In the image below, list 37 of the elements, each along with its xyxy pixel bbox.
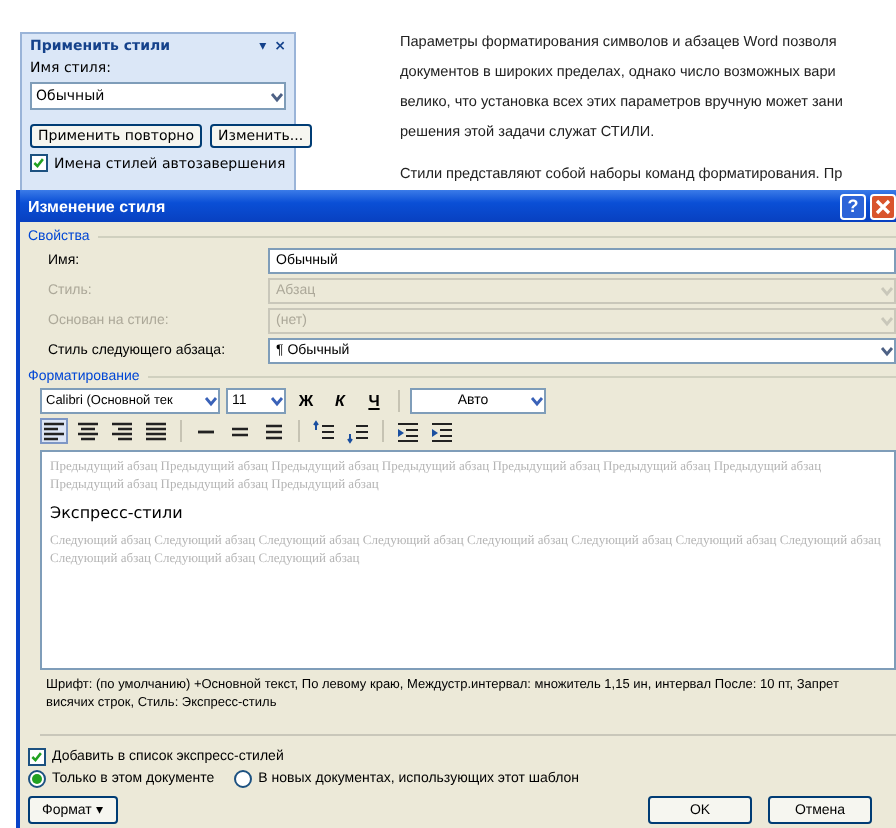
align-center-icon (76, 419, 100, 443)
check-icon (32, 156, 46, 170)
align-right-icon (110, 419, 134, 443)
align-left-icon (42, 419, 66, 443)
text-style-button[interactable]: К (326, 388, 354, 414)
close-button[interactable] (870, 193, 896, 219)
indent-button[interactable] (428, 418, 456, 444)
align-right-button[interactable] (108, 418, 136, 444)
dialog-title: Изменение стиля (28, 197, 168, 215)
indent-icon (430, 419, 454, 443)
chevron-down-icon (270, 89, 284, 103)
line-spacing-icon (262, 419, 286, 443)
help-button[interactable]: ? (840, 193, 866, 219)
space-after-icon (346, 419, 370, 443)
align-left-button[interactable] (40, 418, 68, 444)
text-style-button[interactable]: Ж (292, 388, 320, 414)
checkbox[interactable] (30, 154, 48, 172)
checkbox[interactable] (28, 747, 46, 765)
chevron-down-icon (530, 394, 544, 408)
radio-button[interactable] (28, 769, 46, 787)
outdent-icon (396, 419, 420, 443)
sample-text: Экспресс-стили (50, 504, 185, 522)
chevron-down-icon (204, 394, 218, 408)
space-before-icon (312, 419, 336, 443)
check-icon (30, 749, 44, 763)
justify-icon (144, 419, 168, 443)
close-icon (874, 197, 892, 215)
space-before-button[interactable] (310, 418, 338, 444)
chevron-down-icon (270, 394, 284, 408)
chevron-down-icon (880, 344, 894, 358)
outdent-button[interactable] (394, 418, 422, 444)
chevron-down-icon (880, 284, 894, 298)
justify-button[interactable] (142, 418, 170, 444)
radio-button[interactable] (234, 769, 253, 787)
align-center-button[interactable] (74, 418, 102, 444)
text-style-button[interactable]: Ч (360, 388, 388, 414)
chevron-down-icon (880, 314, 894, 328)
